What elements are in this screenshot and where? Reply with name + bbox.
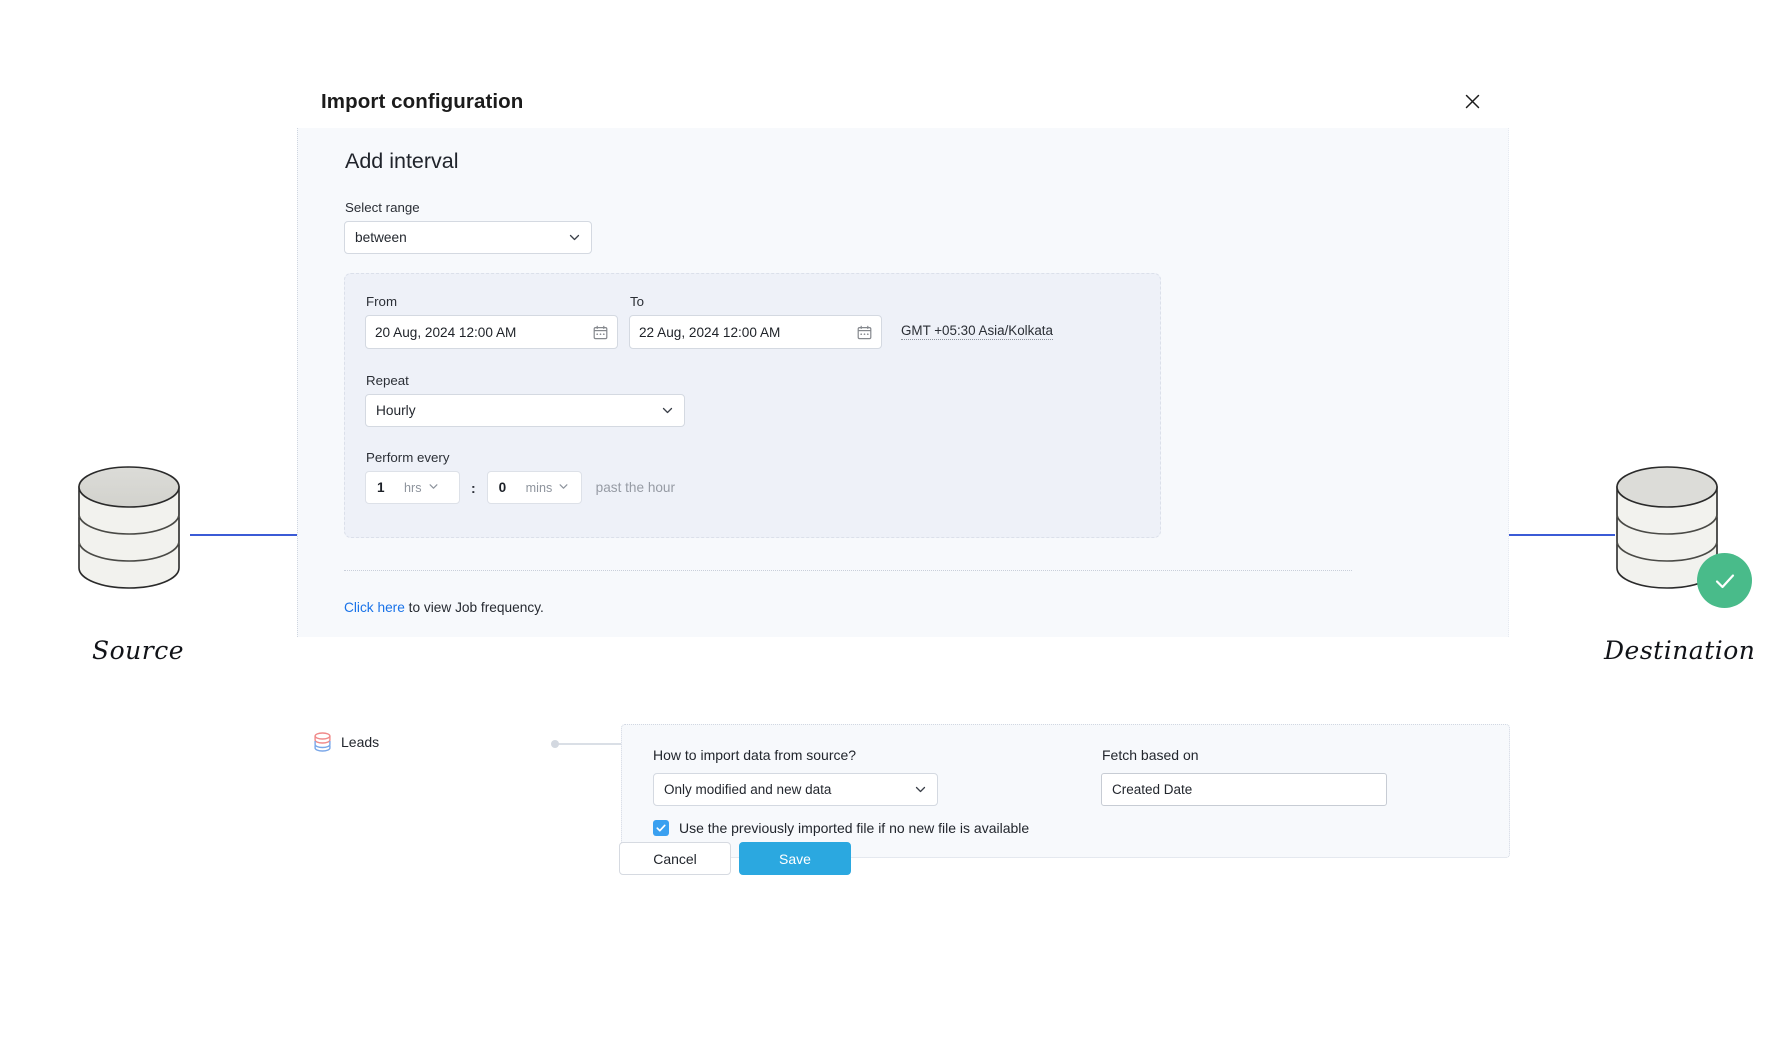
chevron-down-icon (558, 481, 571, 494)
past-the-hour-text: past the hour (595, 480, 676, 495)
perform-every-row: 1 hrs : 0 mins past the hour (365, 471, 675, 504)
timezone-label: GMT +05:30 Asia/Kolkata (901, 323, 1053, 340)
job-frequency-row: Click here to view Job frequency. (344, 600, 544, 615)
leads-module-chip[interactable]: Leads (313, 732, 379, 752)
destination-connector-wire (1505, 534, 1615, 536)
save-button[interactable]: Save (739, 842, 851, 875)
from-date-input[interactable]: 20 Aug, 2024 12:00 AM (365, 315, 618, 349)
repeat-value: Hourly (376, 403, 416, 418)
fetch-based-on-value: Created Date (1112, 782, 1193, 797)
cancel-button[interactable]: Cancel (619, 842, 731, 875)
destination-label: Destination (1604, 636, 1756, 665)
chevron-down-icon (428, 481, 441, 494)
minutes-value: 0 (498, 480, 507, 495)
chevron-down-icon (914, 783, 927, 796)
hours-unit: hrs (404, 480, 422, 495)
select-range-label: Select range (345, 200, 420, 215)
job-frequency-text: to view Job frequency. (404, 600, 544, 615)
add-interval-heading: Add interval (345, 149, 459, 173)
select-range-dropdown[interactable]: between (344, 221, 592, 254)
page-title: Import configuration (321, 90, 524, 113)
minutes-unit: mins (525, 480, 553, 495)
source-connector-wire (190, 534, 300, 536)
dialog-actions: Cancel Save (619, 842, 851, 875)
to-date-input[interactable]: 22 Aug, 2024 12:00 AM (629, 315, 882, 349)
chevron-down-icon (661, 404, 674, 417)
leads-module-name: Leads (341, 734, 380, 750)
dialog-header: Import configuration (297, 62, 1509, 128)
to-date-value: 22 Aug, 2024 12:00 AM (639, 324, 781, 340)
calendar-icon[interactable] (593, 325, 608, 340)
repeat-dropdown[interactable]: Hourly (365, 394, 685, 427)
hours-value: 1 (377, 480, 385, 495)
how-to-import-value: Only modified and new data (664, 782, 832, 797)
to-label: To (630, 294, 645, 309)
calendar-icon[interactable] (857, 325, 872, 340)
from-date-value: 20 Aug, 2024 12:00 AM (375, 324, 517, 340)
from-label: From (366, 294, 398, 309)
how-to-import-dropdown[interactable]: Only modified and new data (653, 773, 938, 806)
time-separator: : (471, 479, 476, 496)
chevron-down-icon (568, 231, 581, 244)
close-icon[interactable] (1458, 87, 1486, 115)
source-database-icon (74, 465, 184, 590)
import-configuration-dialog: Import configuration Add interval Select… (297, 62, 1510, 912)
click-here-link[interactable]: Click here (344, 600, 405, 615)
check-circle-icon (1697, 553, 1752, 608)
checkbox-checked-icon[interactable] (653, 820, 669, 836)
database-stack-icon (313, 732, 332, 752)
hours-stepper[interactable]: 1 hrs (365, 471, 460, 504)
fetch-based-on-input[interactable]: Created Date (1101, 773, 1387, 806)
select-range-value: between (355, 230, 407, 245)
screen: Source Destination Import configuration … (0, 0, 1779, 1056)
interval-range-box: From 20 Aug, 2024 12:00 AM To 22 Aug, 20… (344, 273, 1161, 538)
minutes-stepper[interactable]: 0 mins (486, 471, 582, 504)
leads-module-row: Leads How to import data from source? On… (298, 724, 1510, 858)
repeat-label: Repeat (366, 373, 409, 388)
how-to-import-label: How to import data from source? (653, 747, 857, 763)
fetch-based-on-label: Fetch based on (1102, 747, 1199, 763)
divider (344, 570, 1352, 571)
leads-config-card: How to import data from source? Only mod… (621, 724, 1510, 858)
perform-every-label: Perform every (366, 450, 450, 465)
reuse-previous-file-checkbox-row[interactable]: Use the previously imported file if no n… (653, 820, 1029, 836)
reuse-previous-file-label: Use the previously imported file if no n… (679, 820, 1030, 836)
add-interval-panel: Add interval Select range between From 2… (297, 128, 1510, 858)
source-label: Source (92, 636, 185, 665)
